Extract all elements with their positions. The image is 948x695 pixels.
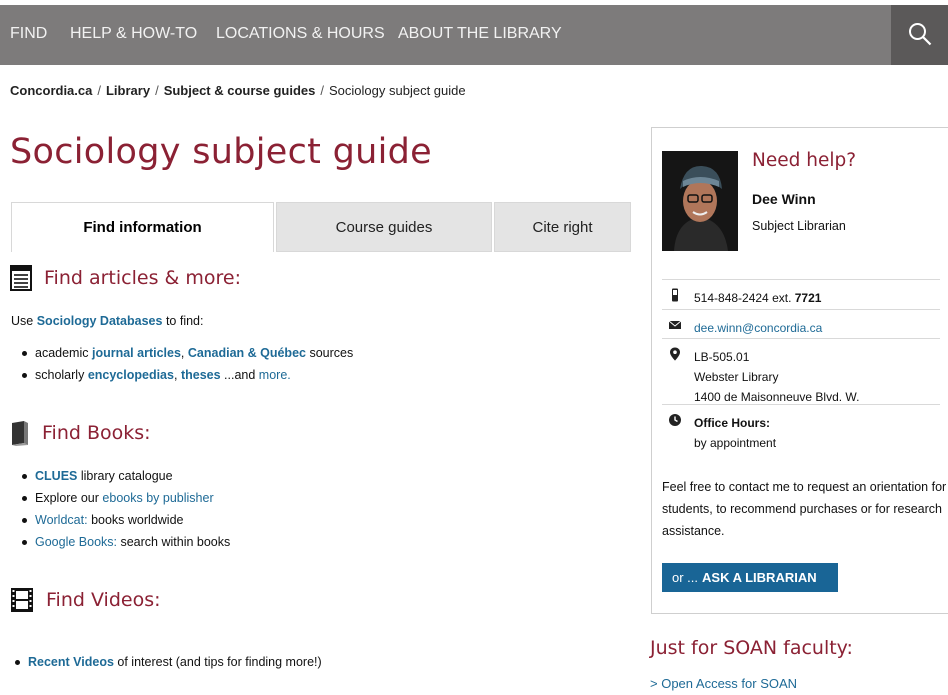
google-books-link[interactable]: Google Books: <box>35 535 117 549</box>
location-pin-icon <box>670 347 680 361</box>
address-row: LB-505.01 Webster Library 1400 de Maison… <box>662 338 940 404</box>
videos-heading-row: Find Videos: <box>10 587 161 613</box>
list-item: academic journal articles, Canadian & Qu… <box>20 342 353 364</box>
breadcrumb-subject-guides[interactable]: Subject & course guides <box>164 83 316 98</box>
tab-cite-right[interactable]: Cite right <box>494 202 631 252</box>
articles-list: academic journal articles, Canadian & Qu… <box>20 342 353 386</box>
list-item: scholarly encyclopedias, theses ...and m… <box>20 364 353 386</box>
list-item: Explore our ebooks by publisher <box>20 487 230 509</box>
tab-find-information[interactable]: Find information <box>11 202 274 252</box>
item-text: ...and <box>224 368 256 382</box>
email-link[interactable]: dee.winn@concordia.ca <box>694 318 822 338</box>
top-navigation: FIND HELP & HOW-TO LOCATIONS & HOURS ABO… <box>0 5 948 65</box>
ebooks-by-publisher-link[interactable]: ebooks by publisher <box>102 491 213 505</box>
newspaper-icon <box>10 265 32 291</box>
address-building: Webster Library <box>694 370 779 384</box>
books-list: CLUES library catalogue Explore our eboo… <box>20 465 230 553</box>
articles-heading: Find articles & more: <box>44 267 241 289</box>
ask-pre: or ... <box>672 570 699 585</box>
comma: , <box>173 368 178 382</box>
breadcrumb-separator: / <box>320 83 325 98</box>
hours-text: Office Hours: by appointment <box>694 413 776 453</box>
item-text: academic <box>35 346 89 360</box>
articles-intro: Use Sociology Databases to find: <box>11 314 203 328</box>
hours-label: Office Hours: <box>694 416 771 430</box>
list-item: CLUES library catalogue <box>20 465 230 487</box>
list-item: Google Books: search within books <box>20 531 230 553</box>
item-text: search within books <box>120 535 231 549</box>
email-row: dee.winn@concordia.ca <box>662 309 940 338</box>
journal-articles-link[interactable]: journal articles <box>92 346 181 360</box>
articles-heading-row: Find articles & more: <box>10 265 241 291</box>
theses-link[interactable]: theses <box>181 368 221 382</box>
open-access-soan-link[interactable]: > Open Access for SOAN <box>650 676 797 691</box>
avatar <box>662 151 738 251</box>
breadcrumb: Concordia.ca / Library / Subject & course gu… <box>10 83 466 98</box>
intro-post: to find: <box>165 314 204 328</box>
soan-faculty-heading: Just for SOAN faculty: <box>650 637 853 659</box>
books-heading: Find Books: <box>42 422 151 444</box>
librarian-photo <box>662 151 738 251</box>
librarian-role: Subject Librarian <box>752 219 846 233</box>
breadcrumb-separator: / <box>155 83 159 98</box>
item-text: of interest (and tips for finding more!) <box>117 655 322 669</box>
search-icon <box>909 23 932 46</box>
videos-list: Recent Videos of interest (and tips for … <box>13 651 322 673</box>
librarian-card: Need help? Dee Winn Subject Librarian 51… <box>651 127 948 614</box>
clock-icon <box>669 414 681 426</box>
address-text: LB-505.01 Webster Library 1400 de Maison… <box>694 347 859 407</box>
address-room: LB-505.01 <box>694 350 750 364</box>
videos-heading: Find Videos: <box>46 589 161 611</box>
search-button[interactable] <box>891 5 948 65</box>
encyclopedias-link[interactable]: encyclopedias <box>88 368 174 382</box>
librarian-name: Dee Winn <box>752 191 816 207</box>
breadcrumb-current: Sociology subject guide <box>329 83 466 98</box>
tab-course-guides[interactable]: Course guides <box>276 202 492 252</box>
item-text: Explore our <box>35 491 99 505</box>
page-title: Sociology subject guide <box>10 132 432 172</box>
film-icon <box>11 588 33 612</box>
more-link[interactable]: more. <box>259 368 291 382</box>
breadcrumb-separator: / <box>97 83 101 98</box>
intro-pre: Use <box>11 314 34 328</box>
canadian-quebec-link[interactable]: Canadian & Québec <box>188 346 306 360</box>
list-item: Worldcat: books worldwide <box>20 509 230 531</box>
sociology-databases-link[interactable]: Sociology Databases <box>37 314 163 328</box>
phone-icon <box>672 288 678 302</box>
nav-help-how-to[interactable]: HELP & HOW-TO <box>70 25 197 43</box>
item-text: library catalogue <box>80 469 173 483</box>
book-icon <box>12 421 28 446</box>
item-text: sources <box>309 346 354 360</box>
envelope-icon <box>668 320 682 329</box>
ask-label: ASK A LIBRARIAN <box>702 570 817 585</box>
clues-link[interactable]: CLUES <box>35 469 77 483</box>
nav-locations-hours[interactable]: LOCATIONS & HOURS <box>216 25 385 43</box>
recent-videos-link[interactable]: Recent Videos <box>28 655 114 669</box>
need-help-heading: Need help? <box>752 150 857 171</box>
breadcrumb-concordia[interactable]: Concordia.ca <box>10 83 92 98</box>
contact-blurb: Feel free to contact me to request an or… <box>662 480 947 538</box>
nav-about-library[interactable]: ABOUT THE LIBRARY <box>398 25 562 43</box>
ask-librarian-button[interactable]: or ... ASK A LIBRARIAN <box>662 563 838 592</box>
hours-row: Office Hours: by appointment <box>662 404 940 454</box>
item-text: books worldwide <box>91 513 184 527</box>
comma: , <box>180 346 185 360</box>
hours-value: by appointment <box>694 436 777 450</box>
list-item: Recent Videos of interest (and tips for … <box>13 651 322 673</box>
phone-row: 514-848-2424 ext. 7721 <box>662 279 940 309</box>
phone-number[interactable]: 514-848-2424 ext. 7721 <box>694 288 821 308</box>
guide-tabs: Find information Course guides Cite righ… <box>11 202 631 252</box>
books-heading-row: Find Books: <box>10 420 151 446</box>
breadcrumb-library[interactable]: Library <box>106 83 150 98</box>
worldcat-link[interactable]: Worldcat: <box>35 513 88 527</box>
nav-find[interactable]: FIND <box>10 25 47 43</box>
item-text: scholarly <box>35 368 85 382</box>
